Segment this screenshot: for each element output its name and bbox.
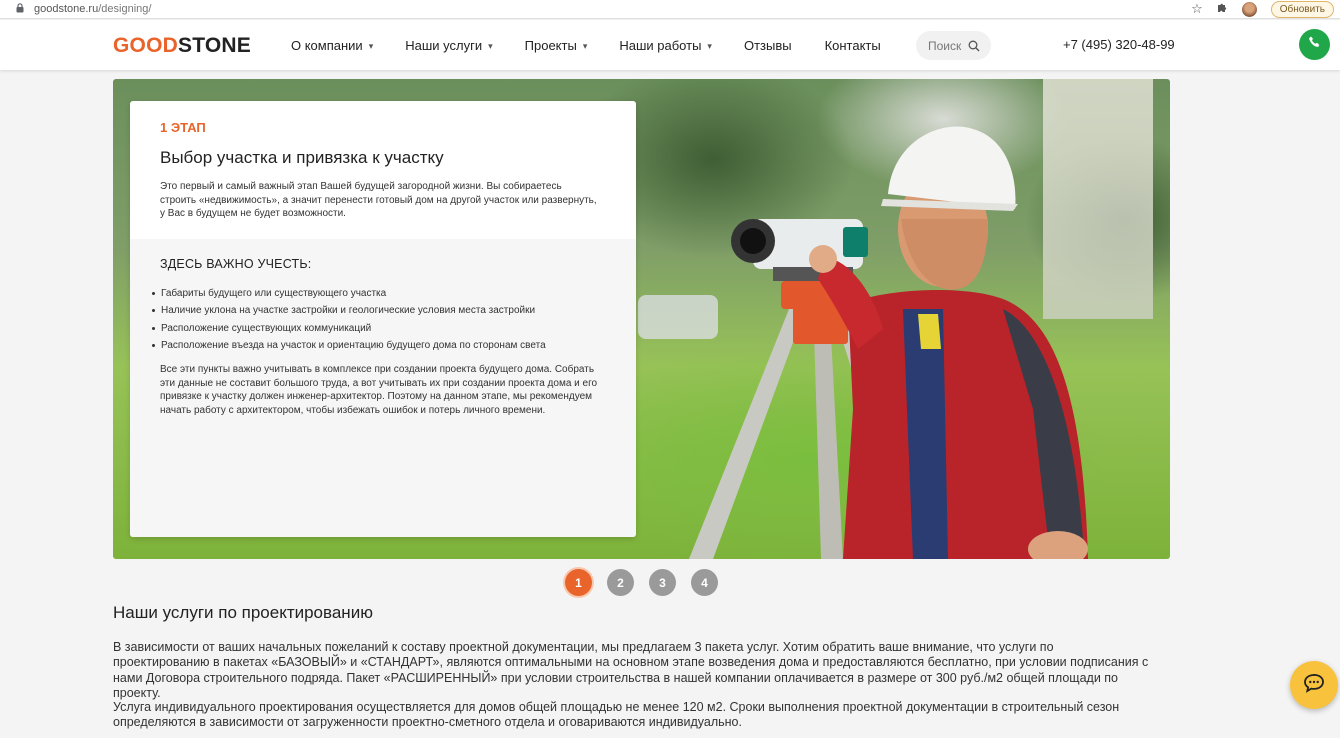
page-dot-2[interactable]: 2 [607,569,634,596]
stage-title: Выбор участка и привязка к участку [160,148,444,167]
url-path: /designing/ [98,3,152,15]
profile-avatar[interactable] [1241,1,1257,17]
search-input[interactable]: Поиск [916,31,991,60]
nav-works[interactable]: Наши работы ▾ [619,38,712,53]
services-title: Наши услуги по проектированию [113,603,373,622]
address-bar[interactable]: goodstone.ru/designing/ [34,3,151,15]
chat-icon [1303,673,1325,698]
list-item-text: Расположение существующих коммуникаций [161,322,372,334]
update-button[interactable]: Обновить [1270,0,1334,18]
list-item-text: Габариты будущего или существующего учас… [161,288,387,299]
nav-contacts-label: Контакты [824,37,881,53]
puzzle-icon[interactable] [1217,2,1228,16]
nav-projects[interactable]: Проекты ▾ [525,38,588,53]
slider-pagination: 1 2 3 4 [565,569,718,596]
chevron-down-icon: ▾ [582,40,588,51]
chevron-down-icon: ▾ [488,40,493,51]
nav-services-label: Наши услуги [405,37,483,53]
bullet-icon [152,326,155,330]
nav-reviews[interactable]: Отзывы [744,38,792,53]
site-logo[interactable]: GOODSTONE [113,34,251,58]
nav-services[interactable]: Наши услуги ▾ [405,38,492,53]
services-paragraph-1: В зависимости от ваших начальных пожелан… [113,640,1149,701]
stage-paragraph: Все эти пункты важно учитывать в комплек… [160,364,598,416]
nav-about-label: О компании [291,37,363,53]
logo-stone: STONE [177,34,251,57]
list-item-text: Наличие уклона на участке застройки и ге… [161,305,536,317]
nav-works-label: Наши работы [619,37,702,53]
phone-number[interactable]: +7 (495) 320-48-99 [1063,37,1175,52]
page-dot-1[interactable]: 1 [565,569,592,596]
bullet-icon [152,292,155,296]
bullet-icon [152,309,155,313]
list-item: Наличие уклона на участке застройки и ге… [152,302,606,319]
bullet-icon [152,344,155,348]
stage-card: 1 ЭТАП Выбор участка и привязка к участк… [130,101,636,537]
stage-intro: Это первый и самый важный этап Вашей буд… [160,181,597,219]
list-item: Расположение въезда на участок и ориента… [152,337,606,354]
chat-button[interactable] [1290,661,1338,709]
page-dot-3[interactable]: 3 [649,569,676,596]
stage-label: 1 ЭТАП [160,120,206,135]
nav-contacts[interactable]: Контакты [825,38,881,53]
nav-about[interactable]: О компании ▾ [291,38,373,53]
list-item-text: Расположение въезда на участок и ориента… [161,339,546,351]
page-dot-4[interactable]: 4 [691,569,718,596]
search-icon[interactable] [968,40,980,52]
url-host: goodstone.ru [34,3,99,15]
chevron-down-icon: ▾ [368,40,374,51]
main-nav: О компании ▾ Наши услуги ▾ Проекты ▾ Наши р… [291,20,881,70]
site-header: GOODSTONE О компании ▾ Наши услуги ▾ Проек… [0,20,1340,70]
stage-card-header: 1 ЭТАП Выбор участка и привязка к участк… [130,101,636,239]
nav-projects-label: Проекты [524,37,577,53]
chevron-down-icon: ▾ [707,40,712,51]
considerations-list: Габариты будущего или существующего учас… [152,285,606,354]
call-button[interactable] [1299,29,1330,60]
list-item: Расположение существующих коммуникаций [152,320,606,337]
search-placeholder: Поиск [928,38,962,53]
surveyor-illustration [689,126,1088,559]
stage-card-details: ЗДЕСЬ ВАЖНО УЧЕСТЬ: Габариты будущего ил… [130,239,636,537]
list-item: Габариты будущего или существующего учас… [152,285,606,302]
lock-icon [16,2,26,16]
browser-toolbar: goodstone.ru/designing/ ☆ Обновить [0,0,1340,19]
star-icon[interactable]: ☆ [1191,1,1203,17]
logo-good: GOOD [113,34,178,57]
phone-icon [1308,35,1322,54]
services-paragraph-2: Услуга индивидуального проектирования ос… [113,700,1120,730]
considerations-heading: ЗДЕСЬ ВАЖНО УЧЕСТЬ: [160,257,312,271]
nav-reviews-label: Отзывы [743,37,792,53]
